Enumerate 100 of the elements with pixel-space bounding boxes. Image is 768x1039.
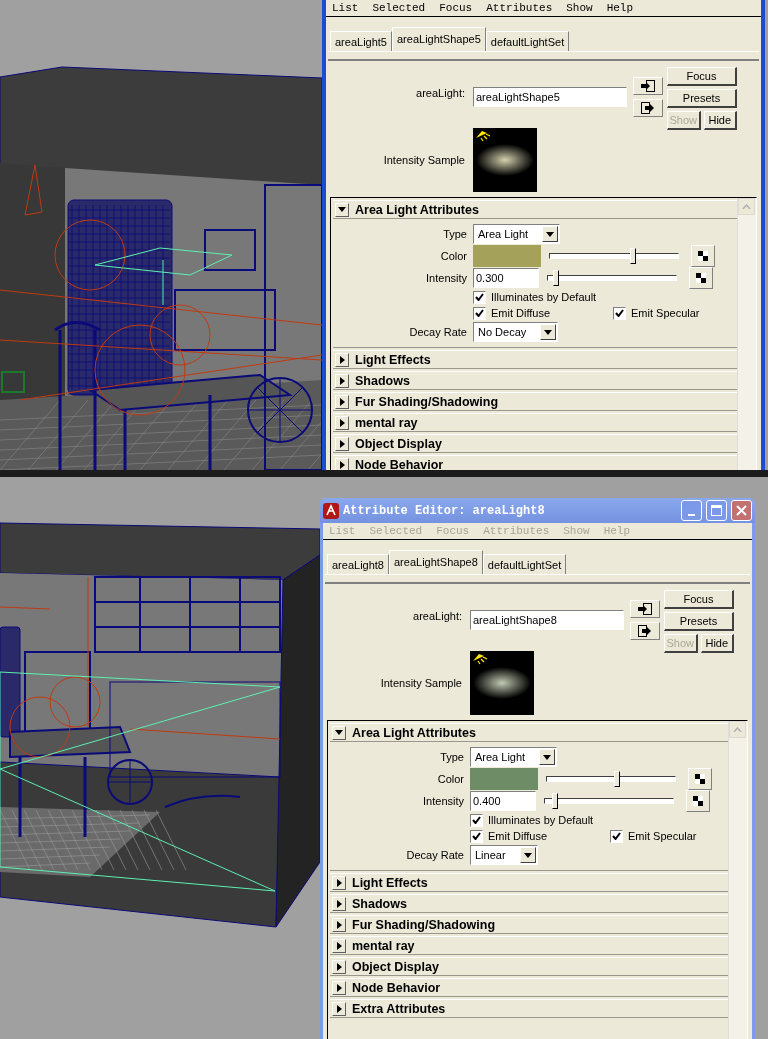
input-field[interactable]: 0.400 xyxy=(470,791,536,811)
checkbox[interactable] xyxy=(470,829,483,843)
tab[interactable]: defaultLightSet xyxy=(482,554,567,574)
slider-thumb[interactable] xyxy=(552,793,559,809)
tab[interactable]: areaLightShape8 xyxy=(389,550,483,574)
checkbox-label: Emit Diffuse xyxy=(491,307,551,319)
menu-item[interactable]: List xyxy=(332,2,359,14)
output-connections-button[interactable] xyxy=(630,622,660,640)
input-connections-button[interactable] xyxy=(630,600,660,618)
section-header[interactable]: Node Behavior xyxy=(333,455,737,470)
input-field[interactable]: 0.300 xyxy=(473,268,539,288)
menu-item[interactable]: Help xyxy=(606,2,634,14)
dropdown[interactable]: Area Light xyxy=(470,747,558,767)
slider-thumb[interactable] xyxy=(630,248,637,264)
section-header[interactable]: Area Light Attributes xyxy=(333,200,737,219)
maximize-icon xyxy=(711,505,722,516)
section-header[interactable]: Light Effects xyxy=(333,350,737,369)
tab[interactable]: areaLightShape5 xyxy=(392,27,486,51)
close-icon xyxy=(736,505,747,516)
menu-item[interactable]: Show xyxy=(566,2,593,14)
node-label: areaLight: xyxy=(412,610,463,622)
checkbox[interactable] xyxy=(473,306,486,320)
minimize-button[interactable] xyxy=(681,500,702,521)
slider-thumb[interactable] xyxy=(614,771,621,787)
caret-icon xyxy=(539,749,556,765)
menu-item[interactable]: Attributes xyxy=(486,2,553,14)
menu-item[interactable]: Focus xyxy=(439,2,473,14)
attribute-label: Decay Rate xyxy=(408,326,468,338)
attribute-label: Intensity xyxy=(422,795,465,807)
close-button[interactable] xyxy=(731,500,752,521)
section-header[interactable]: Object Display xyxy=(333,434,737,453)
dropdown[interactable]: Area Light xyxy=(473,224,561,244)
window-title: Attribute Editor: areaLight8 xyxy=(343,503,546,518)
caret-icon xyxy=(519,847,536,863)
area-light-icon xyxy=(475,130,491,144)
checkbox[interactable] xyxy=(470,813,483,827)
wide-button[interactable]: Focus xyxy=(667,67,737,86)
color-swatch[interactable] xyxy=(470,768,538,790)
checker-icon xyxy=(695,774,705,784)
arrow-into-box-icon xyxy=(638,603,652,615)
toggle-button[interactable]: Hide xyxy=(700,634,734,653)
section-header[interactable]: Object Display xyxy=(330,957,728,976)
checkbox-label: Emit Diffuse xyxy=(488,830,548,842)
section-header[interactable]: mental ray xyxy=(330,936,728,955)
maximize-button[interactable] xyxy=(706,500,727,521)
toggle-button[interactable]: Hide xyxy=(703,111,737,130)
node-name-field[interactable]: areaLightShape5 xyxy=(473,87,627,107)
arrow-into-box-icon xyxy=(641,80,655,92)
texture-map-button[interactable] xyxy=(686,790,710,812)
section-header[interactable]: Fur Shading/Shadowing xyxy=(330,915,728,934)
menu-item[interactable]: Selected xyxy=(372,2,426,14)
texture-map-button[interactable] xyxy=(691,245,715,267)
section-header[interactable]: Fur Shading/Shadowing xyxy=(333,392,737,411)
tab[interactable]: areaLight5 xyxy=(330,31,392,51)
checkbox-label: Illuminates by Default xyxy=(488,814,594,826)
sample-label: Intensity Sample xyxy=(379,676,463,689)
arrow-out-of-box-icon xyxy=(638,625,652,637)
node-name-field[interactable]: areaLightShape8 xyxy=(470,610,624,630)
wide-button[interactable]: Focus xyxy=(664,590,734,609)
tab[interactable]: defaultLightSet xyxy=(485,31,570,51)
input-connections-button[interactable] xyxy=(633,77,663,95)
texture-map-button[interactable] xyxy=(689,267,713,289)
chevron-up-icon xyxy=(742,204,751,209)
wide-button[interactable]: Presets xyxy=(664,612,734,631)
tab[interactable]: areaLight8 xyxy=(327,554,389,574)
output-connections-button[interactable] xyxy=(633,99,663,117)
dropdown[interactable]: Linear xyxy=(470,845,538,865)
section-header[interactable]: mental ray xyxy=(333,413,737,432)
minimize-icon xyxy=(688,513,695,516)
checkbox[interactable] xyxy=(473,290,486,304)
texture-map-button[interactable] xyxy=(688,768,712,790)
attribute-label: Color xyxy=(436,773,465,785)
app-icon xyxy=(323,502,339,519)
checkbox-label: Emit Specular xyxy=(631,307,700,319)
checkbox-label: Emit Specular xyxy=(628,830,697,842)
arrow-out-of-box-icon xyxy=(641,102,655,114)
attribute-label: Type xyxy=(442,228,468,240)
section-header[interactable]: Light Effects xyxy=(330,873,728,892)
checkbox[interactable] xyxy=(610,829,623,843)
node-label: areaLight: xyxy=(415,87,466,99)
section-header[interactable]: Node Behavior xyxy=(330,978,728,997)
area-light-icon xyxy=(472,653,488,667)
section-header[interactable]: Area Light Attributes xyxy=(330,723,728,742)
checker-icon xyxy=(696,273,706,283)
wide-button[interactable]: Presets xyxy=(667,89,737,108)
section-header[interactable]: Shadows xyxy=(330,894,728,913)
slider-thumb[interactable] xyxy=(552,270,559,286)
attribute-label: Decay Rate xyxy=(405,849,465,861)
caret-icon xyxy=(542,226,559,242)
checkbox[interactable] xyxy=(613,306,626,320)
attribute-label: Intensity xyxy=(425,272,468,284)
caret-icon xyxy=(540,324,557,340)
checkbox-label: Illuminates by Default xyxy=(491,291,597,303)
checker-icon xyxy=(698,251,708,261)
attribute-label: Type xyxy=(439,751,465,763)
color-swatch[interactable] xyxy=(473,245,541,267)
section-header[interactable]: Extra Attributes xyxy=(330,999,728,1018)
section-header[interactable]: Shadows xyxy=(333,371,737,390)
sample-label: Intensity Sample xyxy=(382,153,466,166)
dropdown[interactable]: No Decay xyxy=(473,322,559,342)
